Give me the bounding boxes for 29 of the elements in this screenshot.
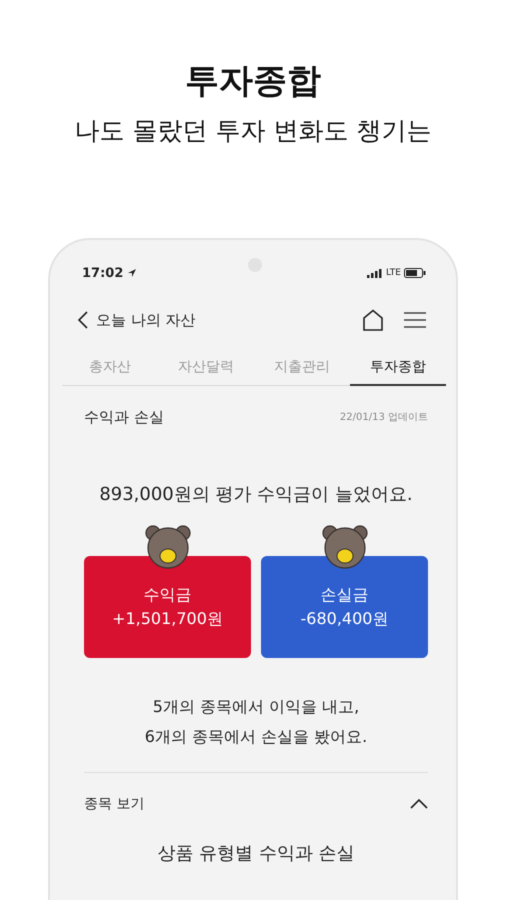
result-summary: 5개의 종목에서 이익을 내고,	[152, 696, 360, 718]
accordion-label: 종목 보기	[84, 794, 144, 812]
result-summary: 6개의 종목에서 손실을 봤어요.	[144, 726, 368, 748]
battery-icon	[404, 268, 426, 278]
card-amount: +1,501,700원	[112, 608, 223, 630]
signal-icon	[367, 268, 384, 278]
card-label: 손실금	[320, 584, 368, 606]
menu-icon[interactable]	[404, 311, 426, 329]
tab[interactable]: 지출관리	[254, 350, 350, 386]
update-date: 22/01/13 업데이트	[340, 411, 428, 424]
tab[interactable]: 투자종합	[350, 350, 446, 386]
home-icon[interactable]	[362, 309, 384, 331]
promo-title: 투자종합	[185, 60, 321, 103]
tab[interactable]: 자산달력	[158, 350, 254, 386]
section-title: 수익과 손실	[84, 408, 164, 426]
tab[interactable]: 총자산	[62, 350, 158, 386]
chevron-icon[interactable]	[410, 798, 428, 808]
subheading: 상품 유형별 수익과 손실	[156, 842, 356, 864]
promo-subtitle: 나도 몰랐던 투자 변화도 챙기는	[74, 115, 432, 147]
bear-mascot-icon	[320, 524, 368, 570]
card-amount: -680,400원	[300, 608, 388, 630]
location-arrow-icon	[127, 268, 138, 278]
back-icon[interactable]	[78, 311, 88, 329]
card-label: 수익금	[144, 584, 192, 606]
status-time: 17:02	[82, 266, 124, 280]
profit-headline: 893,000원의 평가 수익금이 늘었어요.	[98, 482, 414, 506]
bear-mascot-icon	[144, 524, 192, 570]
page-title: 오늘 나의 자산	[96, 310, 197, 330]
network-label: LTE	[386, 268, 401, 278]
